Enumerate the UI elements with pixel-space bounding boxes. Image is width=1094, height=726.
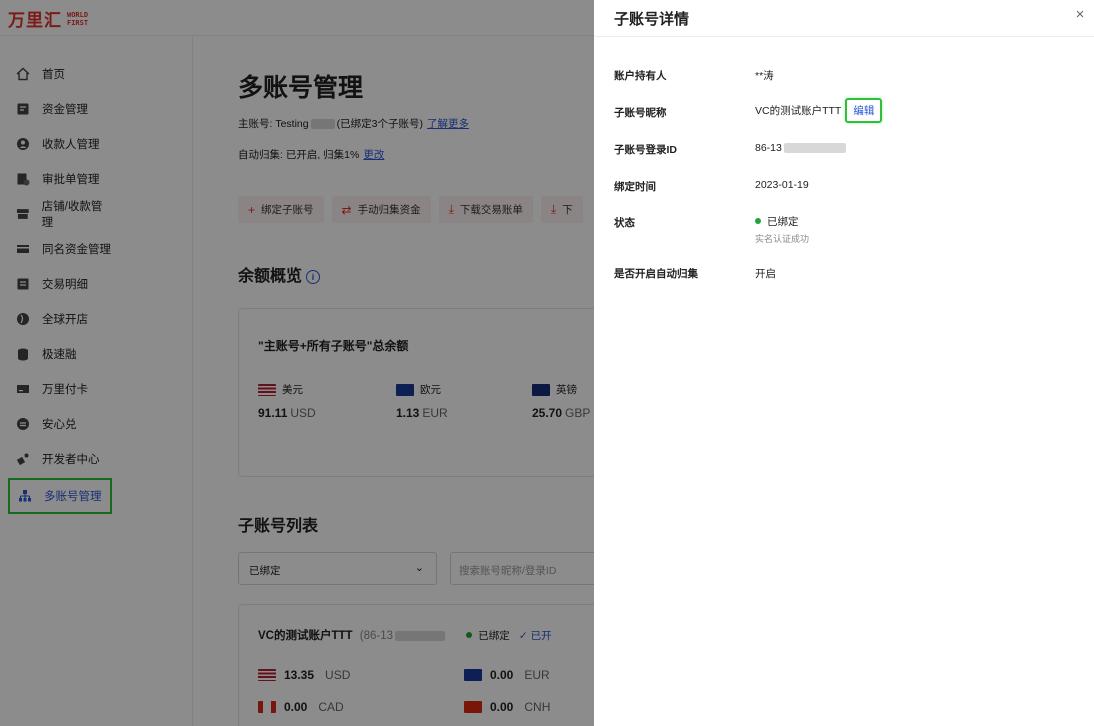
modal-backdrop[interactable] <box>0 0 594 726</box>
bind-time-value: 2023-01-19 <box>755 179 809 191</box>
nickname-value: VC的测试账户TTT 编辑 <box>755 98 883 123</box>
login-id-value: 86-13 <box>755 142 848 154</box>
status-dot-icon <box>755 218 761 224</box>
status-value: 已绑定 实名认证成功 <box>755 214 809 245</box>
auto-collect-value: 开启 <box>755 268 776 280</box>
bind-time-label: 绑定时间 <box>614 181 656 193</box>
sub-account-detail-drawer: 子账号详情 × 账户持有人 **涛 子账号昵称 VC的测试账户TTT 编辑 子账号… <box>594 0 1094 726</box>
nickname-text: VC的测试账户TTT <box>755 105 842 117</box>
login-id-label: 子账号登录ID <box>614 144 677 156</box>
nickname-label: 子账号昵称 <box>614 107 667 119</box>
status-label: 状态 <box>614 217 635 229</box>
holder-value: **涛 <box>755 70 774 82</box>
drawer-header: 子账号详情 × <box>594 0 1094 37</box>
status-text: 已绑定 <box>767 216 799 228</box>
drawer-title: 子账号详情 <box>614 11 690 28</box>
masked-text <box>783 143 846 154</box>
holder-label: 账户持有人 <box>614 70 667 82</box>
login-id-text: 86-13 <box>755 142 782 154</box>
auto-collect-label: 是否开启自动归集 <box>614 268 698 280</box>
verification-note: 实名认证成功 <box>755 234 810 244</box>
close-icon[interactable]: × <box>1072 7 1088 23</box>
edit-nickname-button[interactable]: 编辑 <box>845 98 883 123</box>
